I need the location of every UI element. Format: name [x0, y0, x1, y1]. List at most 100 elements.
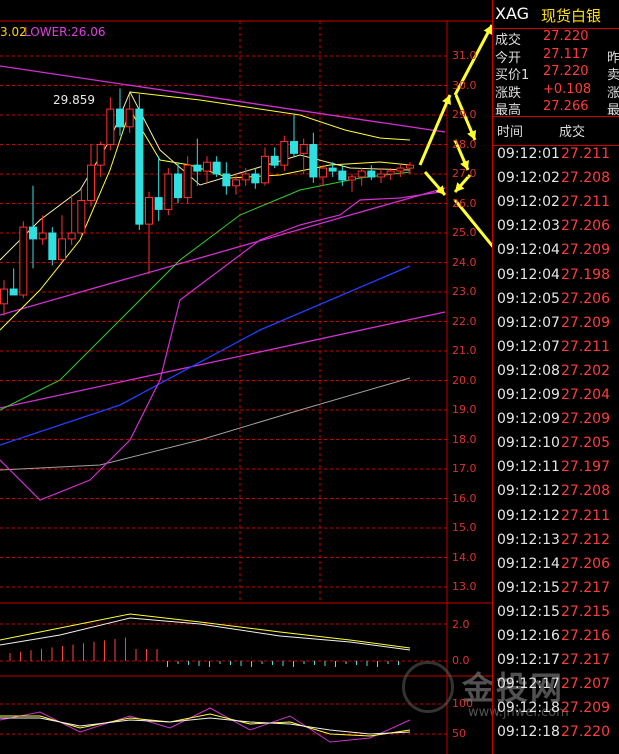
- legend-lower: LOWER:26.06: [24, 25, 106, 39]
- trade-row[interactable]: 09:12:11 27.197: [497, 459, 619, 483]
- trade-time: 09:12:10: [497, 435, 560, 452]
- trade-price: 27.206: [561, 290, 610, 307]
- candle-body: [299, 144, 308, 154]
- price-tick: 16.0: [452, 491, 477, 505]
- candlesticks: [0, 88, 414, 316]
- trade-row[interactable]: 09:12:04 27.209: [497, 242, 619, 266]
- trade-row[interactable]: 09:12:17 27.207: [497, 676, 619, 700]
- symbol: XAG: [495, 4, 530, 23]
- trade-price: 27.216: [561, 628, 610, 644]
- candle-body: [145, 197, 153, 225]
- quote-row: 今开 27.117 昨: [493, 47, 619, 66]
- macd-dif-line: [0, 613, 411, 649]
- quote-row: 买价1 27.220 卖: [493, 64, 619, 83]
- trade-price: 27.206: [561, 218, 610, 235]
- quote-label: 今开: [495, 50, 522, 66]
- trade-time: 09:12:11: [497, 459, 560, 476]
- price-tick: 29.0: [452, 108, 477, 121]
- price-tick: 22.0: [452, 314, 477, 328]
- trade-row[interactable]: 09:12:10 27.205: [497, 435, 619, 459]
- candle-body: [406, 164, 414, 169]
- trade-row[interactable]: 09:12:16 27.216: [497, 628, 619, 652]
- kdj-tick-50: 50: [452, 727, 466, 740]
- trade-price: 27.211: [561, 194, 610, 211]
- candle-body: [251, 173, 260, 184]
- ma-green-line: [0, 171, 411, 411]
- price-tick: 15.0: [452, 521, 477, 534]
- trade-row[interactable]: 09:12:04 27.198: [497, 267, 619, 291]
- trade-row[interactable]: 09:12:07 27.211: [497, 339, 619, 363]
- price-tick: 13.0: [452, 580, 477, 593]
- trend-lines: [0, 65, 446, 743]
- trade-time: 09:12:17: [497, 652, 560, 669]
- trade-price: 27.220: [561, 724, 610, 741]
- trade-row[interactable]: 09:12:12 27.208: [497, 483, 619, 507]
- candle-body: [9, 288, 18, 296]
- price-tick: 26.0: [452, 196, 477, 210]
- trade-price: 27.208: [561, 170, 610, 187]
- trade-row[interactable]: 09:12:14 27.206: [497, 556, 619, 580]
- candle-body: [338, 170, 347, 181]
- chart-area[interactable]: 3.02 LOWER:26.06 29.859 31.0 30.0 29.0 28.0…: [0, 0, 569, 754]
- kdj-j-line: [0, 707, 411, 743]
- candle-body: [377, 173, 385, 178]
- trade-row[interactable]: 09:12:13 27.212: [497, 532, 619, 556]
- candle-body: [270, 155, 279, 166]
- candle-body: [290, 141, 298, 154]
- trade-price: 27.204: [561, 387, 610, 403]
- kdj-k-line: [0, 713, 411, 737]
- trade-time: 09:12:05: [497, 290, 560, 307]
- annotation-arrows: [418, 24, 492, 248]
- candle-body: [396, 167, 405, 172]
- trade-row[interactable]: 09:12:17 27.217: [497, 652, 619, 676]
- trade-row[interactable]: 09:12:18 27.220: [497, 724, 619, 748]
- candle-body: [222, 173, 231, 187]
- candle-body: [280, 141, 289, 166]
- trades-header-price: 成交: [559, 125, 586, 140]
- trade-row[interactable]: 09:12:12 27.211: [497, 508, 619, 532]
- trade-price: 27.206: [561, 555, 610, 572]
- trade-row[interactable]: 09:12:01 27.211: [497, 146, 619, 170]
- chart-grid: [0, 20, 492, 754]
- candle-body: [183, 164, 192, 199]
- trade-price: 27.209: [561, 411, 610, 428]
- trade-row[interactable]: 09:12:09 27.209: [497, 411, 619, 435]
- price-tick: 31.0: [452, 49, 477, 62]
- kdj-d-line: [0, 717, 411, 735]
- candle-body: [106, 108, 115, 145]
- candle-body: [135, 108, 144, 225]
- candle-body: [38, 232, 47, 240]
- trade-time: 09:12:16: [497, 628, 560, 644]
- candle-body: [87, 164, 95, 202]
- quote-label: 涨跌: [495, 85, 522, 101]
- price-tick: 20.0: [452, 373, 477, 387]
- candle-body: [367, 170, 376, 178]
- candle-body: [77, 200, 86, 234]
- trade-row[interactable]: 09:12:18 27.209: [497, 700, 619, 724]
- trade-time: 09:12:04: [497, 242, 560, 259]
- instrument-name: 现货白银: [541, 7, 602, 25]
- trade-row[interactable]: 09:12:03 27.206: [497, 218, 619, 242]
- candle-body: [193, 164, 202, 172]
- trade-price: 27.202: [561, 362, 610, 379]
- price-chart[interactable]: [0, 0, 492, 754]
- trade-row[interactable]: 09:12:07 27.209: [497, 315, 619, 339]
- candle-body: [96, 144, 105, 166]
- trade-row[interactable]: 09:12:09 27.204: [497, 387, 619, 411]
- legend-value: 3.02: [0, 25, 27, 39]
- quote-right-label: 涨: [607, 85, 619, 101]
- trade-time: 09:12:15: [497, 603, 560, 620]
- trade-time: 09:12:08: [497, 362, 560, 379]
- trade-row[interactable]: 09:12:02 27.211: [497, 194, 619, 218]
- trade-row[interactable]: 09:12:05 27.206: [497, 291, 619, 315]
- trade-row[interactable]: 09:12:15 27.217: [497, 580, 619, 604]
- trade-price: 27.197: [561, 459, 610, 476]
- candle-body: [386, 170, 395, 175]
- quote-value: +0.108: [543, 81, 592, 97]
- trade-row[interactable]: 09:12:02 27.208: [497, 170, 619, 194]
- trade-time: 09:12:13: [497, 531, 560, 548]
- candle-body: [357, 170, 366, 178]
- upper-yellow-line: [129, 91, 411, 141]
- trade-row[interactable]: 09:12:15 27.215: [497, 604, 619, 628]
- trade-row[interactable]: 09:12:08 27.202: [497, 363, 619, 387]
